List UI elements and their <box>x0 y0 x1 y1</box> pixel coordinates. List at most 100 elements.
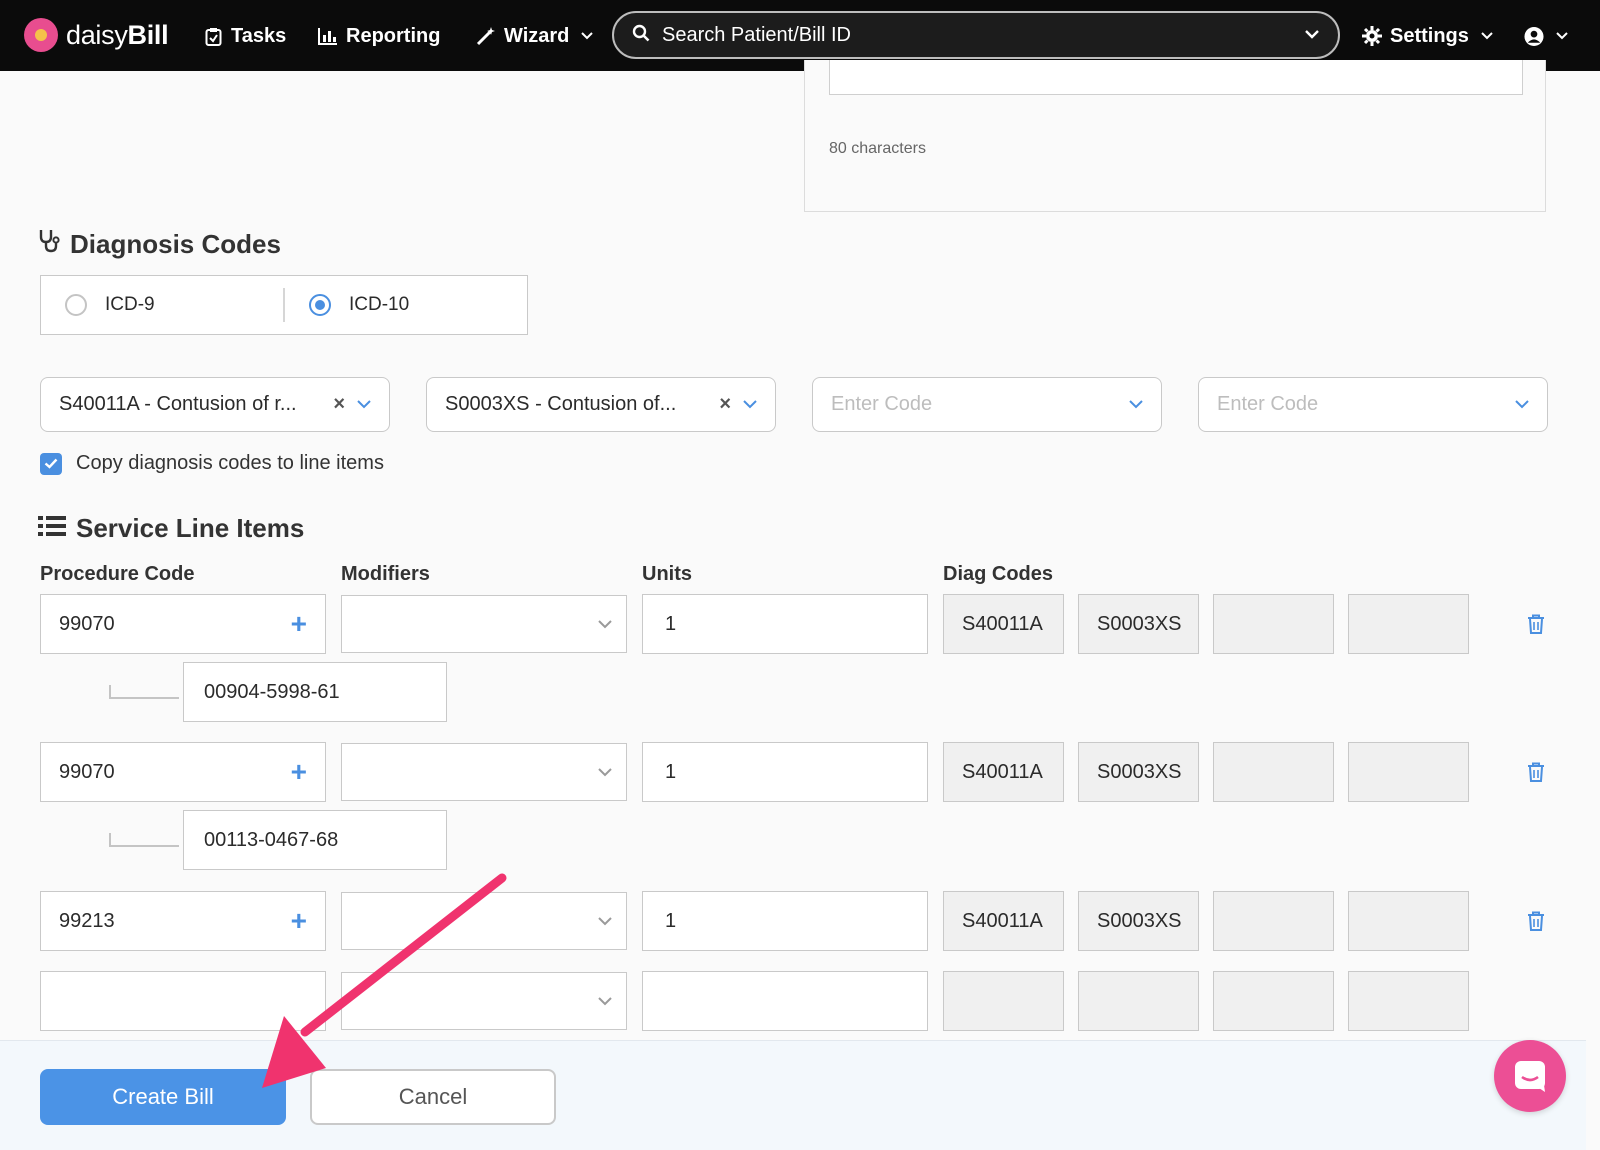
diag-pointer-4[interactable] <box>1348 742 1469 802</box>
ndc-connector <box>109 685 179 699</box>
procedure-code-value: 99070 <box>59 760 115 783</box>
description-input[interactable] <box>829 60 1523 95</box>
diagnosis-codes-title: Diagnosis Codes <box>70 229 281 259</box>
nav-settings[interactable]: Settings <box>1362 22 1497 50</box>
copy-codes-checkbox[interactable] <box>40 452 62 475</box>
modifiers-select[interactable] <box>341 972 627 1030</box>
modifiers-select[interactable] <box>341 892 627 950</box>
diag-pointer-2[interactable] <box>1078 971 1199 1031</box>
add-ndc-plus-icon[interactable]: + <box>291 610 307 638</box>
diagnosis-code-select-4[interactable]: Enter Code <box>1198 377 1548 432</box>
nav-reporting-label: Reporting <box>346 24 441 47</box>
gear-icon <box>1362 26 1382 46</box>
modifiers-select[interactable] <box>341 595 627 653</box>
procedure-code-input[interactable] <box>40 971 326 1031</box>
header-procedure-code: Procedure Code <box>40 563 195 585</box>
diag-pointer-1[interactable] <box>943 971 1064 1031</box>
chevron-down-icon[interactable] <box>1129 400 1143 409</box>
add-ndc-plus-icon[interactable]: + <box>291 758 307 786</box>
reporting-icon <box>318 26 338 46</box>
radio-icd9-label: ICD-9 <box>105 294 155 315</box>
units-input[interactable]: 1 <box>642 891 928 951</box>
diagnosis-code-select-2[interactable]: S0003XS - Contusion of... × <box>426 377 776 432</box>
copy-diagnosis-codes-row[interactable]: Copy diagnosis codes to line items <box>40 452 384 475</box>
diag-pointer-4[interactable] <box>1348 891 1469 951</box>
nav-reporting[interactable]: Reporting <box>318 22 440 50</box>
search-chevron-down-icon[interactable] <box>1304 26 1320 44</box>
diagnosis-code-3-placeholder: Enter Code <box>831 393 933 415</box>
diag-pointer-3[interactable] <box>1213 742 1334 802</box>
procedure-code-value: 99213 <box>59 909 115 932</box>
service-line-items-heading: Service Line Items <box>38 513 304 544</box>
chat-icon[interactable] <box>1494 1040 1566 1112</box>
diag-pointer-1[interactable]: S40011A <box>943 891 1064 951</box>
cancel-button[interactable]: Cancel <box>310 1069 556 1125</box>
search-bar[interactable]: Search Patient/Bill ID <box>612 11 1340 59</box>
chevron-down-icon[interactable] <box>357 400 371 409</box>
trash-icon[interactable] <box>1527 614 1545 634</box>
ndc-code-input[interactable]: 00904-5998-61 <box>183 662 447 722</box>
procedure-code-input[interactable]: 99213 + <box>40 891 326 951</box>
trash-icon[interactable] <box>1527 911 1545 931</box>
chevron-down-icon <box>577 26 597 46</box>
clear-icon[interactable]: × <box>333 393 345 416</box>
description-card: 80 characters <box>804 60 1546 212</box>
units-input[interactable]: 1 <box>642 742 928 802</box>
search-input[interactable]: Search Patient/Bill ID <box>662 24 1304 47</box>
create-bill-button[interactable]: Create Bill <box>40 1069 286 1125</box>
diag-pointer-3[interactable] <box>1213 594 1334 654</box>
character-counter: 80 characters <box>829 140 926 157</box>
user-menu[interactable] <box>1524 22 1572 50</box>
diag-pointer-3[interactable] <box>1213 891 1334 951</box>
diag-pointer-3[interactable] <box>1213 971 1334 1031</box>
diag-pointer-2[interactable]: S0003XS <box>1078 891 1199 951</box>
nav-tasks[interactable]: Tasks <box>203 22 286 50</box>
modifiers-select[interactable] <box>341 743 627 801</box>
header-modifiers: Modifiers <box>341 563 430 585</box>
chevron-down-icon[interactable] <box>1515 400 1529 409</box>
units-input[interactable]: 1 <box>642 594 928 654</box>
procedure-code-input[interactable]: 99070 + <box>40 594 326 654</box>
chevron-down-icon <box>598 619 612 629</box>
units-input[interactable] <box>642 971 928 1031</box>
diag-pointer-1[interactable]: S40011A <box>943 742 1064 802</box>
diagnosis-codes-heading: Diagnosis Codes <box>38 229 281 260</box>
diag-pointer-4[interactable] <box>1348 594 1469 654</box>
header-units: Units <box>642 563 692 585</box>
diagnosis-code-select-1[interactable]: S40011A - Contusion of r... × <box>40 377 390 432</box>
procedure-code-input[interactable]: 99070 + <box>40 742 326 802</box>
user-icon <box>1524 26 1544 46</box>
ndc-code-input[interactable]: 00113-0467-68 <box>183 810 447 870</box>
brand-logo[interactable]: daisyBill <box>24 18 169 52</box>
diagnosis-code-select-3[interactable]: Enter Code <box>812 377 1162 432</box>
radio-icd10[interactable]: ICD-10 <box>285 276 527 334</box>
chevron-down-icon[interactable] <box>743 400 757 409</box>
radio-icd10-circle[interactable] <box>309 294 331 316</box>
nav-wizard-label: Wizard <box>504 24 570 47</box>
diag-pointer-2[interactable]: S0003XS <box>1078 742 1199 802</box>
ndc-connector <box>109 833 179 847</box>
chevron-down-icon <box>1477 26 1497 46</box>
diag-pointer-2[interactable]: S0003XS <box>1078 594 1199 654</box>
service-line-items-title: Service Line Items <box>76 513 305 543</box>
nav-wizard[interactable]: Wizard <box>476 22 597 50</box>
chevron-down-icon <box>598 767 612 777</box>
trash-icon[interactable] <box>1527 762 1545 782</box>
radio-icd9-circle[interactable] <box>65 294 87 316</box>
daisy-logo-icon <box>24 18 58 52</box>
wizard-icon <box>476 26 496 46</box>
copy-codes-label: Copy diagnosis codes to line items <box>76 452 384 474</box>
chevron-down-icon <box>598 916 612 926</box>
procedure-code-value: 99070 <box>59 612 115 635</box>
chevron-down-icon <box>598 996 612 1006</box>
header-diag-codes: Diag Codes <box>943 563 1054 585</box>
diag-pointer-1[interactable]: S40011A <box>943 594 1064 654</box>
nav-tasks-label: Tasks <box>231 24 287 47</box>
radio-icd9[interactable]: ICD-9 <box>41 276 283 334</box>
add-ndc-plus-icon[interactable]: + <box>291 907 307 935</box>
list-icon <box>38 513 66 544</box>
diag-pointer-4[interactable] <box>1348 971 1469 1031</box>
tasks-icon <box>203 26 223 46</box>
diagnosis-code-4-placeholder: Enter Code <box>1217 393 1319 415</box>
clear-icon[interactable]: × <box>719 393 731 416</box>
